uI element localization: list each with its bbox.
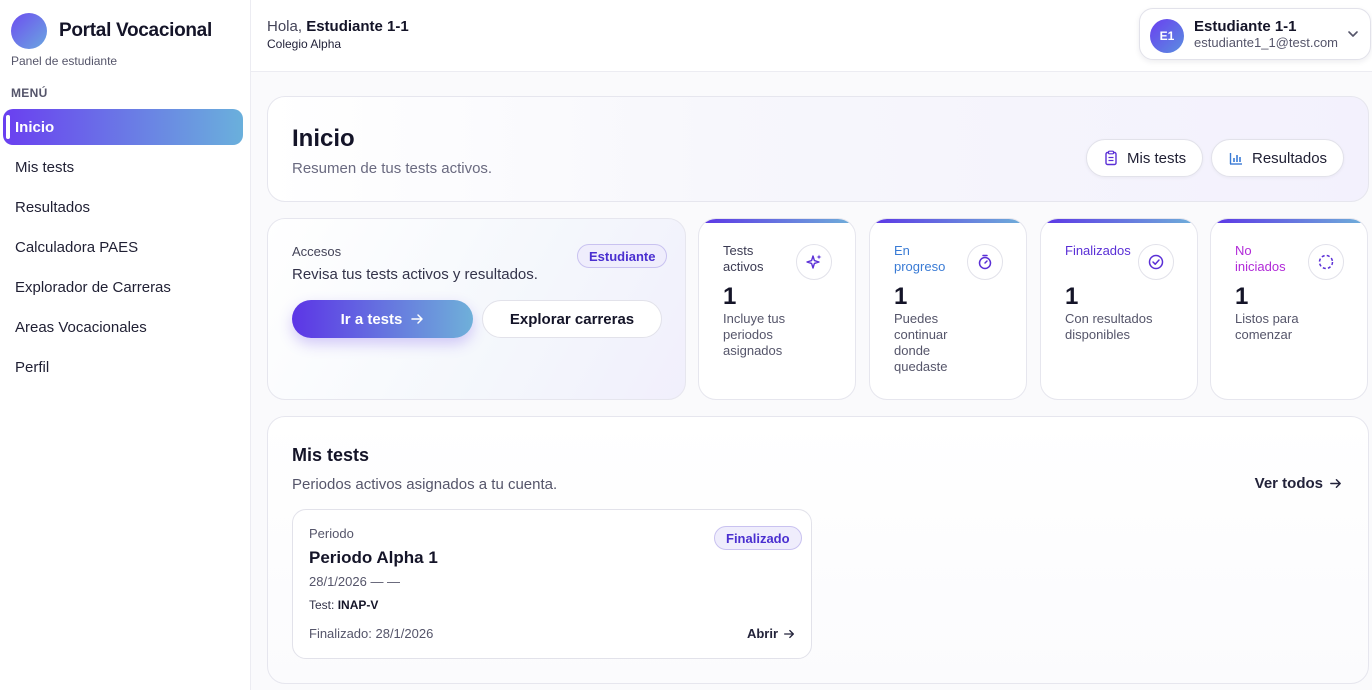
section-title: Mis tests — [292, 445, 370, 465]
stat-value: 1 — [1235, 283, 1249, 310]
stat-value: 1 — [1065, 283, 1079, 310]
my-tests-button-label: Mis tests — [1127, 149, 1187, 167]
period-label: Periodo — [309, 526, 354, 541]
access-text: Revisa tus tests activos y resultados. — [292, 266, 538, 283]
greeting: Hola, Estudiante 1-1 — [267, 18, 409, 35]
menu-label: MENÚ — [11, 86, 48, 100]
explore-careers-button[interactable]: Explorar carreras — [482, 300, 662, 338]
sidebar-item-resultados[interactable]: Resultados — [3, 189, 243, 225]
stat-description: Incluye tus periodos asignados — [723, 311, 786, 358]
go-to-tests-button[interactable]: Ir a tests — [292, 300, 473, 338]
arrow-right-icon — [784, 629, 794, 638]
role-badge: Estudiante — [577, 244, 668, 268]
greeting-name: Estudiante 1-1 — [306, 18, 409, 35]
status-badge: Finalizado — [714, 526, 802, 550]
sidebar-item-perfil[interactable]: Perfil — [3, 349, 243, 385]
arrow-right-icon — [1330, 479, 1341, 488]
results-button[interactable]: Resultados — [1211, 139, 1345, 177]
dashed-circle-icon — [1308, 244, 1344, 280]
user-menu-button[interactable]: E1 Estudiante 1-1 estudiante1_1@test.com — [1139, 8, 1371, 60]
sidebar-item-calculadora-paes[interactable]: Calculadora PAES — [3, 229, 243, 265]
user-email: estudiante1_1@test.com — [1194, 35, 1339, 50]
brand-logo — [11, 13, 47, 49]
period-name: Periodo Alpha 1 — [309, 548, 438, 567]
results-button-label: Resultados — [1252, 149, 1328, 167]
go-to-tests-label: Ir a tests — [340, 310, 403, 328]
greeting-prefix: Hola, — [267, 18, 303, 35]
brand[interactable]: Portal Vocacional — [11, 13, 212, 49]
stat-value: 1 — [894, 283, 908, 310]
bar-chart-icon — [1229, 153, 1242, 165]
sidebar-item-explorador-carreras[interactable]: Explorador de Carreras — [3, 269, 243, 305]
stat-description: Puedes continuar donde quedaste — [894, 311, 948, 374]
period-test: Test: INAP-V — [309, 598, 378, 612]
page-header: Inicio Resumen de tus tests activos. Mis… — [267, 96, 1369, 202]
finalized-date: Finalizado: 28/1/2026 — [309, 626, 434, 641]
school-name: Colegio Alpha — [267, 37, 342, 51]
see-all-label: Ver todos — [1254, 475, 1323, 492]
topbar: Hola, Estudiante 1-1 Colegio Alpha E1 Es… — [251, 0, 1372, 72]
sidebar-item-mis-tests[interactable]: Mis tests — [3, 149, 243, 185]
test-prefix: Test: — [309, 598, 335, 612]
open-link[interactable]: Abrir — [747, 626, 795, 641]
stat-card-finished: Finalizados 1 Con resultados disponibles — [1040, 218, 1198, 400]
stat-description: Listos para comenzar — [1235, 311, 1299, 342]
chevron-down-icon — [1348, 31, 1358, 37]
stat-label: No iniciados — [1235, 243, 1286, 274]
see-all-link[interactable]: Ver todos — [1255, 475, 1342, 492]
stat-card-active: Tests activos 1 Incluye tus periodos asi… — [698, 218, 856, 400]
clipboard-icon — [1105, 150, 1117, 166]
timer-icon — [967, 244, 1003, 280]
brand-title: Portal Vocacional — [59, 20, 212, 41]
stat-label: Tests activos — [723, 243, 764, 274]
arrow-right-icon — [411, 314, 424, 324]
period-date: 28/1/2026 — — — [309, 574, 401, 589]
avatar: E1 — [1150, 19, 1184, 53]
sidebar: Portal Vocacional Panel de estudiante ME… — [0, 0, 251, 690]
page-title: Inicio — [292, 125, 355, 152]
brand-subtitle: Panel de estudiante — [11, 54, 118, 68]
stat-card-not-started: No iniciados 1 Listos para comenzar — [1210, 218, 1368, 400]
my-tests-button[interactable]: Mis tests — [1086, 139, 1204, 177]
stat-description: Con resultados disponibles — [1065, 311, 1153, 342]
sidebar-item-inicio[interactable]: Inicio — [3, 109, 243, 145]
check-circle-icon — [1138, 244, 1174, 280]
sidebar-nav: Inicio Mis tests Resultados Calculadora … — [3, 109, 243, 389]
sidebar-item-areas-vocacionales[interactable]: Areas Vocacionales — [3, 309, 243, 345]
access-card: Accesos Estudiante Revisa tus tests acti… — [267, 218, 686, 400]
period-card[interactable]: Periodo Finalizado Periodo Alpha 1 28/1/… — [292, 509, 812, 659]
section-subtitle: Periodos activos asignados a tu cuenta. — [292, 476, 558, 493]
user-name: Estudiante 1-1 — [1194, 18, 1297, 35]
sparkles-icon — [796, 244, 832, 280]
test-name: INAP-V — [337, 598, 379, 612]
stat-value: 1 — [723, 283, 737, 310]
access-label: Accesos — [292, 244, 342, 259]
my-tests-section: Mis tests Periodos activos asignados a t… — [267, 416, 1369, 684]
page-subtitle: Resumen de tus tests activos. — [292, 160, 493, 177]
stat-card-in-progress: En progreso 1 Puedes continuar donde que… — [869, 218, 1027, 400]
open-label: Abrir — [746, 626, 778, 641]
stat-label: En progreso — [894, 243, 946, 274]
